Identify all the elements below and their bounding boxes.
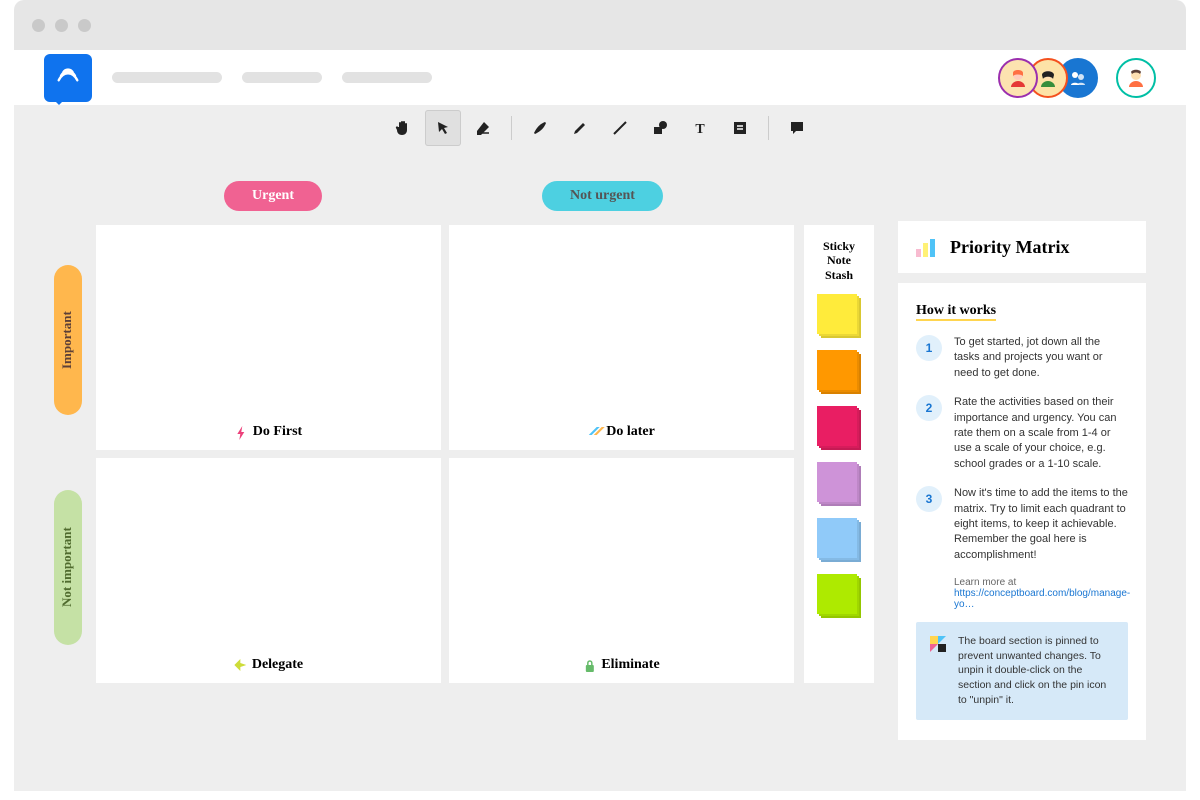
step-number: 1 bbox=[916, 335, 942, 361]
column-headers: Urgent Not urgent bbox=[114, 181, 1146, 211]
stash-title: Sticky Note Stash bbox=[812, 239, 866, 282]
tool-select[interactable] bbox=[425, 110, 461, 146]
step-number: 2 bbox=[916, 395, 942, 421]
quadrant-label: Eliminate bbox=[601, 657, 659, 673]
toolbar: T bbox=[14, 105, 1186, 151]
header-not-urgent: Not urgent bbox=[542, 181, 663, 211]
pin-info-box: The board section is pinned to prevent u… bbox=[916, 622, 1128, 719]
toolbar-separator bbox=[768, 116, 769, 140]
line-icon bbox=[611, 119, 629, 137]
avatar-user-1[interactable] bbox=[998, 58, 1038, 98]
header-important: Important bbox=[54, 265, 82, 415]
sticky-blue[interactable] bbox=[817, 518, 861, 562]
header-not-important: Not important bbox=[54, 490, 82, 645]
sticky-yellow[interactable] bbox=[817, 294, 861, 338]
quadrant-label: Do later bbox=[606, 424, 655, 440]
learn-more-link[interactable]: https://conceptboard.com/blog/manage-yo… bbox=[954, 588, 1130, 610]
tool-pan[interactable] bbox=[385, 110, 421, 146]
tool-eraser[interactable] bbox=[465, 110, 501, 146]
section-icon bbox=[928, 634, 948, 654]
browser-chrome bbox=[14, 0, 1186, 50]
chart-icon bbox=[914, 235, 938, 259]
priority-grid: Do First Do later Delegate Eliminate bbox=[96, 225, 794, 683]
quadrant-delegate[interactable]: Delegate bbox=[96, 458, 441, 683]
tool-highlighter[interactable] bbox=[562, 110, 598, 146]
row-headers: Important Not important bbox=[54, 225, 82, 683]
panel-body: How it works 1 To get started, jot down a… bbox=[898, 283, 1146, 740]
panel-title: Priority Matrix bbox=[950, 237, 1069, 258]
quadrant-label: Do First bbox=[253, 424, 302, 440]
step-1: 1 To get started, jot down all the tasks … bbox=[916, 335, 1128, 381]
cursor-icon bbox=[435, 120, 451, 136]
eraser-icon bbox=[474, 119, 492, 137]
arrows-icon bbox=[234, 659, 246, 671]
quadrant-label: Delegate bbox=[252, 657, 303, 673]
sticky-pink[interactable] bbox=[817, 406, 861, 450]
step-text: Rate the activities based on their impor… bbox=[954, 395, 1128, 472]
canvas[interactable]: Urgent Not urgent Important Not importan… bbox=[14, 151, 1186, 791]
text-icon: T bbox=[691, 119, 709, 137]
window-maximize[interactable] bbox=[78, 19, 91, 32]
bolt-icon bbox=[235, 426, 247, 438]
hand-icon bbox=[394, 119, 412, 137]
marker-icon bbox=[571, 119, 589, 137]
tool-text[interactable]: T bbox=[682, 110, 718, 146]
step-number: 3 bbox=[916, 486, 942, 512]
sticky-orange[interactable] bbox=[817, 350, 861, 394]
tool-shape[interactable] bbox=[642, 110, 678, 146]
info-text: The board section is pinned to prevent u… bbox=[958, 634, 1116, 707]
note-icon bbox=[731, 119, 749, 137]
window-close[interactable] bbox=[32, 19, 45, 32]
learn-more: Learn more athttps://conceptboard.com/bl… bbox=[954, 577, 1128, 610]
lock-icon bbox=[583, 659, 595, 671]
tool-sticky[interactable] bbox=[722, 110, 758, 146]
breadcrumb-1[interactable] bbox=[112, 72, 222, 83]
toolbar-separator bbox=[511, 116, 512, 140]
sticky-stash: Sticky Note Stash bbox=[804, 225, 874, 683]
avatar-current-user[interactable] bbox=[1116, 58, 1156, 98]
swirl-icon bbox=[54, 64, 82, 92]
quadrant-do-later[interactable]: Do later bbox=[449, 225, 794, 450]
topbar bbox=[14, 50, 1186, 105]
shapes-icon bbox=[651, 119, 669, 137]
comment-icon bbox=[788, 119, 806, 137]
breadcrumb-3[interactable] bbox=[342, 72, 432, 83]
svg-text:T: T bbox=[695, 122, 705, 137]
how-it-works-title: How it works bbox=[916, 303, 996, 321]
panel-header: Priority Matrix bbox=[898, 221, 1146, 273]
tool-pen[interactable] bbox=[522, 110, 558, 146]
presence-avatars bbox=[1008, 58, 1156, 98]
step-3: 3 Now it's time to add the items to the m… bbox=[916, 486, 1128, 563]
step-text: Now it's time to add the items to the ma… bbox=[954, 486, 1128, 563]
sticky-purple[interactable] bbox=[817, 462, 861, 506]
breadcrumb-2[interactable] bbox=[242, 72, 322, 83]
stripes-icon bbox=[588, 426, 600, 438]
info-panel: Priority Matrix How it works 1 To get sta… bbox=[898, 221, 1146, 740]
step-2: 2 Rate the activities based on their impo… bbox=[916, 395, 1128, 472]
quadrant-do-first[interactable]: Do First bbox=[96, 225, 441, 450]
step-text: To get started, jot down all the tasks a… bbox=[954, 335, 1128, 381]
quadrant-eliminate[interactable]: Eliminate bbox=[449, 458, 794, 683]
sticky-green[interactable] bbox=[817, 574, 861, 618]
header-urgent: Urgent bbox=[224, 181, 322, 211]
window-minimize[interactable] bbox=[55, 19, 68, 32]
app-logo[interactable] bbox=[44, 54, 92, 102]
tool-comment[interactable] bbox=[779, 110, 815, 146]
tool-line[interactable] bbox=[602, 110, 638, 146]
pen-icon bbox=[531, 119, 549, 137]
